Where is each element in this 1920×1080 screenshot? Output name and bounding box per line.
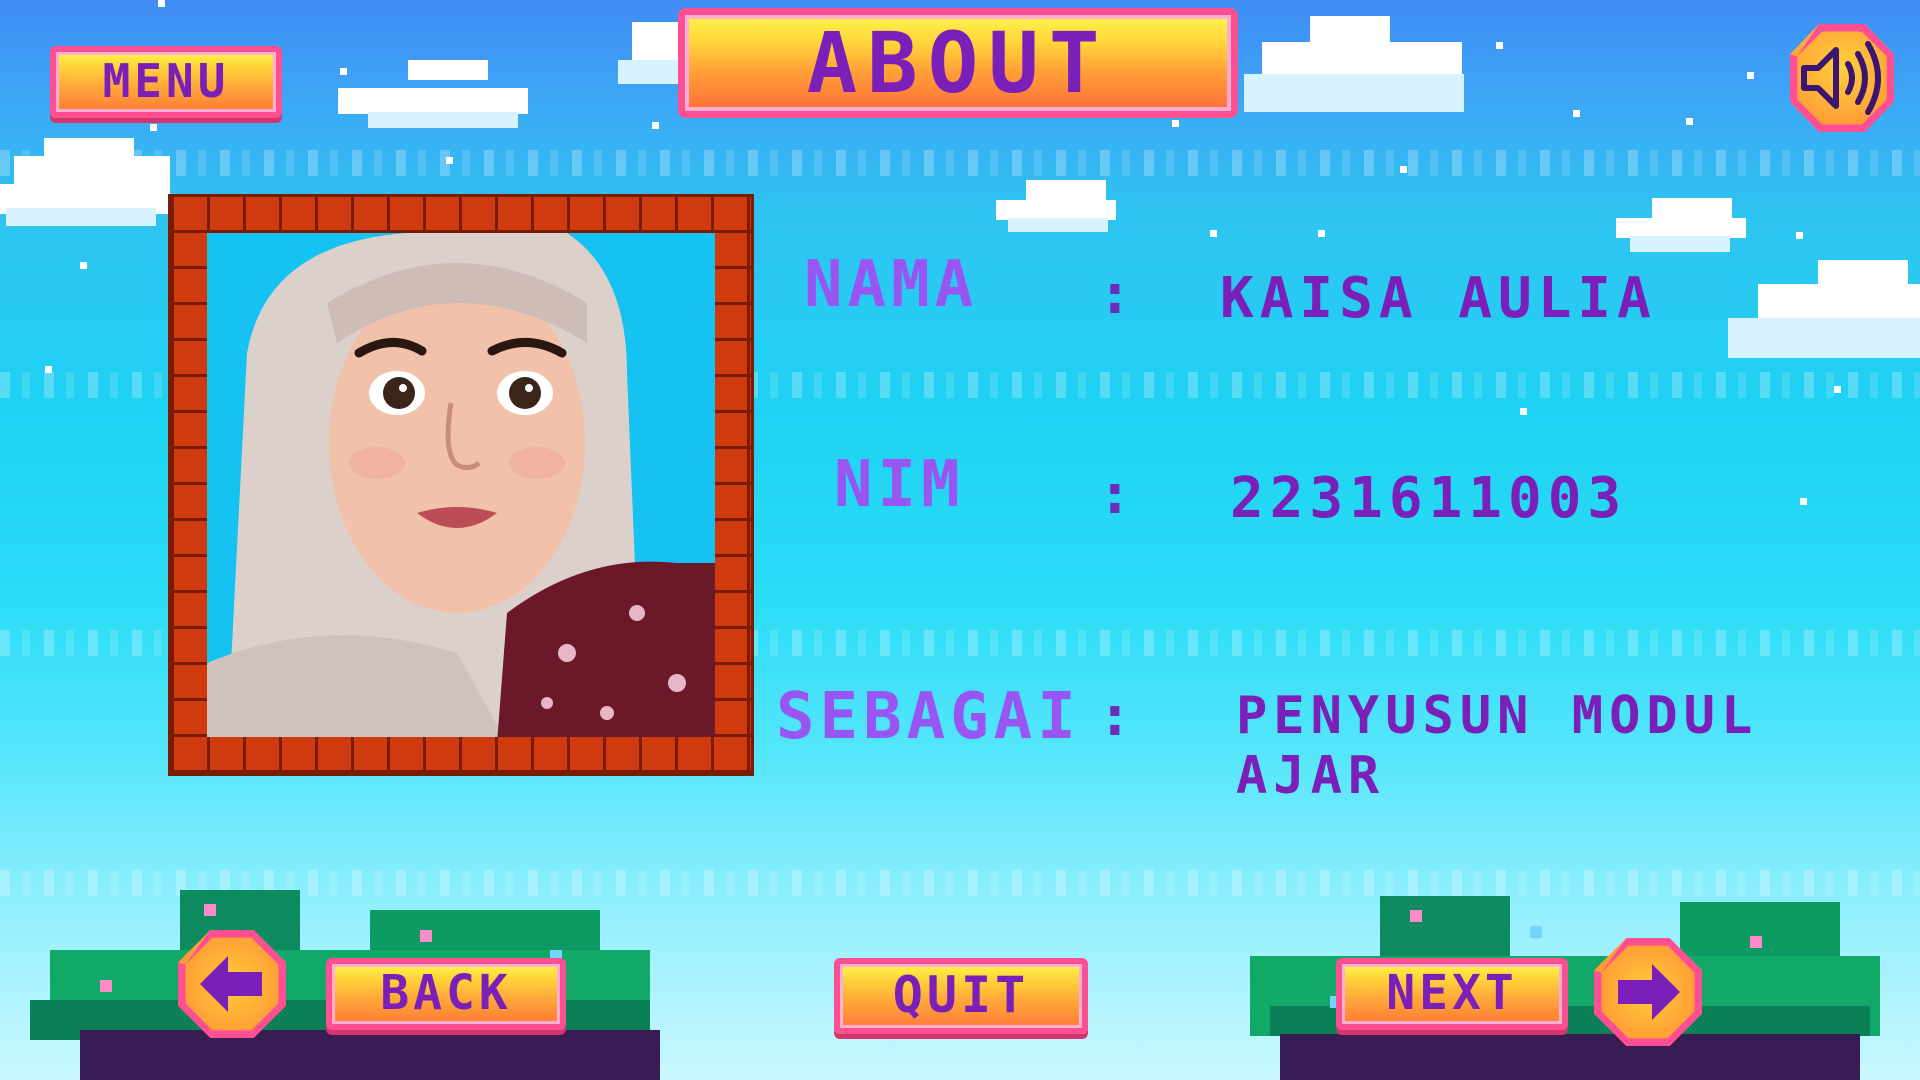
label-sebagai: SEBAGAI [776,680,1081,754]
back-arrow-button[interactable] [178,930,286,1038]
profile-photo [207,233,715,737]
colon-separator: : [1098,262,1132,327]
page-title: ABOUT [678,8,1238,118]
speaker-volume-icon [1801,41,1881,115]
back-button[interactable]: BACK [326,958,566,1030]
cloud [1244,16,1464,112]
menu-button[interactable]: MENU [50,46,282,118]
label-nama: NAMA [804,248,979,322]
sky-dither-band [0,150,1920,176]
value-nim: 2231611003 [1230,466,1628,531]
sound-toggle-button[interactable] [1790,24,1894,132]
value-sebagai: PENYUSUN MODUL AJAR [1236,686,1759,806]
cloud [338,60,528,130]
label-nim: NIM [834,448,965,522]
value-nama: KAISA AULIA [1220,266,1657,331]
avatar-illustration [207,233,715,737]
cloud [1728,260,1920,360]
arrow-left-icon [200,956,262,1012]
cloud [996,180,1116,234]
cloud [0,138,170,234]
next-button[interactable]: NEXT [1336,958,1568,1030]
colon-separator: : [1098,462,1132,527]
quit-button[interactable]: QUIT [834,958,1088,1034]
colon-separator: : [1098,684,1132,749]
cloud [1616,198,1746,254]
profile-photo-frame [168,194,754,776]
